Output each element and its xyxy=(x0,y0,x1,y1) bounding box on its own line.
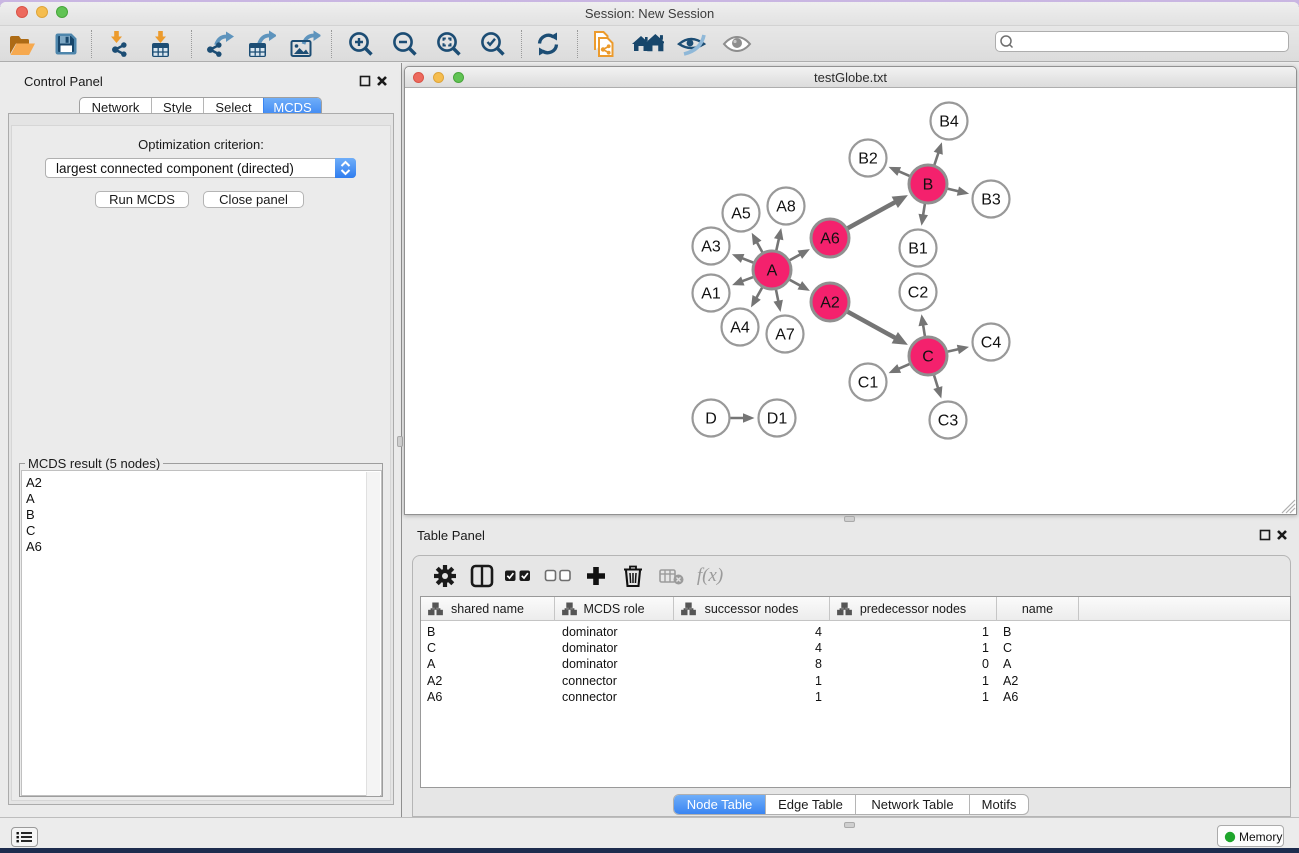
svg-text:C4: C4 xyxy=(981,335,1002,352)
svg-text:C2: C2 xyxy=(908,285,929,302)
svg-text:B: B xyxy=(923,177,934,194)
svg-text:C: C xyxy=(922,349,934,366)
svg-text:A: A xyxy=(767,263,778,280)
svg-text:B3: B3 xyxy=(981,192,1001,209)
svg-text:A7: A7 xyxy=(775,327,795,344)
svg-text:B4: B4 xyxy=(939,114,959,131)
svg-text:D1: D1 xyxy=(767,411,788,428)
svg-text:A1: A1 xyxy=(701,286,721,303)
svg-text:B2: B2 xyxy=(858,151,878,168)
svg-text:A5: A5 xyxy=(731,206,751,223)
svg-text:A6: A6 xyxy=(820,231,840,248)
svg-text:D: D xyxy=(705,411,717,428)
svg-text:B1: B1 xyxy=(908,241,928,258)
svg-text:A3: A3 xyxy=(701,239,721,256)
svg-text:A2: A2 xyxy=(820,295,840,312)
svg-text:A4: A4 xyxy=(730,320,750,337)
svg-text:C1: C1 xyxy=(858,375,879,392)
svg-text:A8: A8 xyxy=(776,199,796,216)
svg-text:C3: C3 xyxy=(938,413,959,430)
